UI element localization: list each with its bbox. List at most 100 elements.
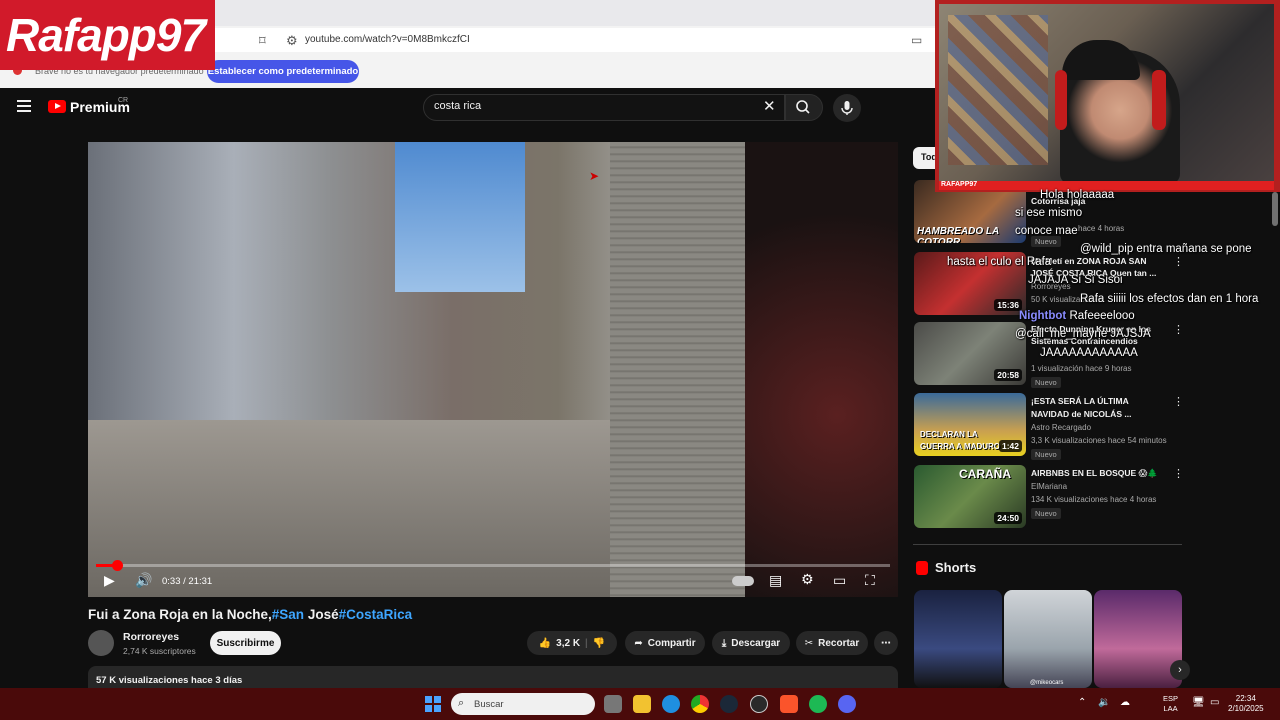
chat-username: Nightbot xyxy=(1019,310,1067,322)
menu-icon[interactable] xyxy=(17,100,31,112)
like-dislike-group[interactable]: 👍 3,2 K | 👎 xyxy=(527,631,617,655)
chat-message: conoce mae xyxy=(1015,225,1078,237)
download-button[interactable]: ⤓ Descargar xyxy=(712,631,790,655)
obs-icon[interactable] xyxy=(750,695,768,713)
search-button[interactable] xyxy=(785,94,823,121)
rec-title[interactable]: ¡ESTA SERÁ LA ÚLTIMA xyxy=(1031,395,1166,407)
windows-start-icon[interactable] xyxy=(425,696,441,712)
rec-menu-icon[interactable]: ⋮ xyxy=(1173,395,1184,408)
thumbs-up-icon[interactable]: 👍 xyxy=(539,638,551,649)
cast-icon[interactable]: ▭ xyxy=(911,33,922,47)
set-default-button[interactable]: Establecer como predeterminado xyxy=(207,60,359,83)
like-divider: | xyxy=(585,637,588,649)
rec-meta: hace 4 horas xyxy=(1078,224,1125,233)
headphone-left xyxy=(1055,70,1067,130)
channel-avatar[interactable] xyxy=(88,630,114,656)
steam-icon[interactable] xyxy=(720,695,738,713)
rec-menu-icon[interactable]: ⋮ xyxy=(1173,255,1184,268)
clear-search-icon[interactable]: ✕ xyxy=(763,97,776,115)
youtube-logo-icon[interactable] xyxy=(48,100,66,113)
progress-scrubber[interactable] xyxy=(111,560,123,571)
autoplay-toggle[interactable] xyxy=(732,576,754,586)
play-button[interactable]: ▶ xyxy=(104,572,115,589)
hashtag-costarica[interactable]: #CostaRica xyxy=(339,607,413,622)
rec-thumbnail[interactable]: CARAÑA 24:50 xyxy=(914,465,1026,528)
rec-thumbnail[interactable]: DECLARAN LA GUERRA A MADURO 1:42 xyxy=(914,393,1026,456)
more-actions-button[interactable]: ⋯ xyxy=(874,631,898,655)
short-caption: @mikeocars xyxy=(1030,680,1064,686)
keyboard-language[interactable]: ESP LAA xyxy=(1163,694,1178,714)
short-card[interactable] xyxy=(1094,590,1182,688)
webcam-tag: RAFAPP97 xyxy=(941,181,978,188)
chat-text: si ese mismo xyxy=(1015,207,1083,219)
rec-title[interactable]: AIRBNBS EN EL BOSQUE 😱🌲 xyxy=(1031,467,1166,479)
tray-chevron-up-icon[interactable]: ⌃ xyxy=(1078,697,1086,708)
hashtag-san[interactable]: #San xyxy=(272,607,304,622)
chat-text: Rafeeeelooo xyxy=(1069,310,1135,322)
short-card[interactable] xyxy=(914,590,1002,688)
site-info-icon[interactable]: ⚙ xyxy=(286,33,298,49)
rec-title[interactable]: Me Metí en ZONA ROJA SAN xyxy=(1031,255,1166,267)
video-title-main: Fui a Zona Roja en la Noche, xyxy=(88,607,272,622)
chrome-icon[interactable] xyxy=(691,695,709,713)
clock-time: 22:34 xyxy=(1235,694,1256,703)
share-button[interactable]: ➦ Compartir xyxy=(625,631,705,655)
voice-search-button[interactable] xyxy=(833,94,861,122)
chat-message: Rafa siiiii los efectos dan en 1 hora xyxy=(1080,293,1258,305)
volume-icon[interactable]: 🔊 xyxy=(135,572,152,589)
subtitles-icon[interactable]: ▤ xyxy=(769,572,782,589)
speaker-icon[interactable]: 🔉 xyxy=(1098,697,1110,708)
time-display: 0:33 / 21:31 xyxy=(162,576,213,587)
battery-icon[interactable]: ▭ xyxy=(1210,697,1219,708)
scrollbar-thumb[interactable] xyxy=(1272,192,1278,226)
video-frame-shutter xyxy=(610,142,745,597)
rec-menu-icon[interactable]: ⋮ xyxy=(1173,467,1184,480)
rec-channel[interactable]: Astro Recargado xyxy=(1031,423,1091,432)
discord-icon[interactable] xyxy=(838,695,856,713)
lang-line1: ESP xyxy=(1163,694,1179,703)
rec-menu-icon[interactable]: ⋮ xyxy=(1173,323,1184,336)
search-query[interactable]: costa rica xyxy=(434,100,481,112)
shorts-heading: Shorts xyxy=(935,560,977,575)
chat-text: @call_me_mayne JAJSJA xyxy=(1015,328,1151,340)
new-badge: Nuevo xyxy=(1031,508,1061,519)
chevron-right-icon: › xyxy=(1178,664,1182,676)
task-view-icon[interactable] xyxy=(604,695,622,713)
logo-text: Rafapp97 xyxy=(6,9,206,61)
progress-bar[interactable] xyxy=(96,564,890,567)
short-card[interactable]: @mikeocars xyxy=(1004,590,1092,688)
video-title: Fui a Zona Roja en la Noche,#San José#Co… xyxy=(88,607,412,622)
network-icon[interactable]: 🖥 xyxy=(1192,697,1205,708)
file-explorer-icon[interactable] xyxy=(633,695,651,713)
clip-button[interactable]: ✂ Recortar xyxy=(796,631,868,655)
chat-message: @call_me_mayne JAJSJA xyxy=(1015,328,1151,340)
video-title-mid: José xyxy=(304,607,339,622)
spotify-icon[interactable] xyxy=(809,695,827,713)
share-icon: ➦ xyxy=(634,637,643,649)
streamer-logo: Rafapp97 xyxy=(0,0,215,70)
brave-icon[interactable] xyxy=(780,695,798,713)
settings-gear-icon[interactable]: ⚙ xyxy=(801,571,814,588)
url-text[interactable]: youtube.com/watch?v=0M8BmkczfCI xyxy=(305,34,470,45)
clock[interactable]: 22:34 2/10/2025 xyxy=(1228,694,1264,714)
fullscreen-icon[interactable]: ⛶ xyxy=(865,572,875,589)
chip-all[interactable]: Todo xyxy=(913,147,935,169)
duration-badge: 24:50 xyxy=(994,512,1022,524)
views-and-date: 57 K visualizaciones hace 3 días xyxy=(96,675,243,686)
more-icon: ⋯ xyxy=(881,637,891,649)
subscribe-button[interactable]: Suscribirme xyxy=(210,631,281,655)
webcam-wall-collectibles xyxy=(948,15,1048,165)
taskbar-search-input[interactable] xyxy=(451,693,595,715)
rec-thumbnail[interactable]: 20:58 xyxy=(914,322,1026,385)
theater-mode-icon[interactable]: ▭ xyxy=(833,572,846,589)
rec-title-line2[interactable]: NAVIDAD de NICOLÁS ... xyxy=(1031,408,1166,420)
edge-icon[interactable] xyxy=(662,695,680,713)
rec-channel[interactable]: ElMariana xyxy=(1031,482,1067,491)
mouse-cursor-icon: ➤ xyxy=(589,169,600,183)
cloud-icon[interactable]: ☁ xyxy=(1120,697,1130,708)
thumbs-down-icon[interactable]: 👎 xyxy=(593,638,605,649)
channel-name[interactable]: Rorroreyes xyxy=(123,631,179,643)
bookmark-icon[interactable]: ⌑ xyxy=(259,33,266,49)
microphone-icon xyxy=(841,101,853,115)
shorts-next-button[interactable]: › xyxy=(1170,660,1190,680)
